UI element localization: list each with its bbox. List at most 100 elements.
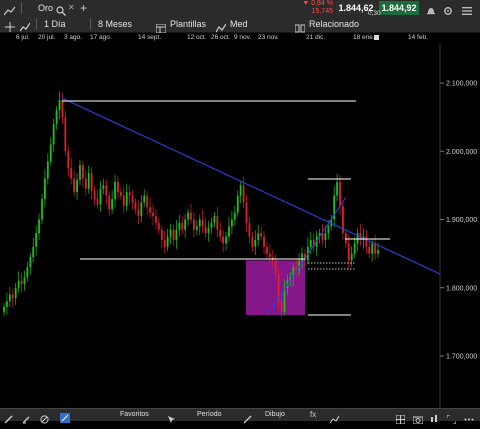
candle-body	[46, 161, 49, 179]
candle-body	[29, 257, 32, 268]
title-bar: Oro ✕ + ▼ 0,84 % 15,745 1.844,62 1.844,9…	[0, 0, 480, 17]
candle-body	[248, 222, 251, 237]
date-label: 6 jul.	[16, 34, 30, 41]
candle-body	[178, 222, 181, 230]
candle-body	[195, 226, 198, 230]
zoom-icon[interactable]	[60, 410, 70, 423]
fx-icon[interactable]: fx	[310, 410, 321, 420]
candle-body	[207, 227, 210, 234]
period-button[interactable]: Período	[197, 409, 222, 421]
candle-body	[274, 260, 277, 275]
candle-body	[324, 233, 327, 240]
candle-body	[119, 192, 122, 196]
candle-body	[198, 219, 201, 227]
date-label: 12 oct.	[187, 34, 207, 41]
crosshair-icon[interactable]	[5, 19, 15, 32]
date-label: 3 ago.	[64, 34, 83, 41]
ask-price[interactable]: 1.844,92	[379, 1, 419, 15]
candle-body	[64, 117, 67, 152]
cursor-icon[interactable]	[167, 411, 176, 423]
related-icon[interactable]	[294, 20, 306, 33]
templates-button[interactable]: Plantillas	[170, 16, 206, 32]
candle-body	[102, 185, 105, 189]
scroll-marker[interactable]	[374, 35, 379, 40]
chart-line-icon[interactable]	[3, 3, 16, 16]
price-chart[interactable]: 2.100,000 2.000,000 1.900,000 1.800,000 1.70…	[0, 43, 480, 408]
indicator-icon[interactable]	[215, 20, 227, 33]
candle-body	[263, 236, 265, 247]
candle-body	[117, 181, 119, 193]
candle-body	[371, 243, 374, 254]
interval-select[interactable]: 1 Día	[44, 16, 66, 32]
chart-type-icon[interactable]	[19, 19, 31, 32]
expand-icon[interactable]	[446, 411, 457, 425]
grid-icon[interactable]	[395, 411, 406, 425]
scale-icon[interactable]	[329, 411, 340, 424]
date-label: 17 ago.	[90, 34, 112, 41]
candle-body	[134, 202, 137, 210]
price-label: 1.900,000	[446, 217, 477, 224]
candle-body	[35, 233, 38, 247]
candle-body	[368, 246, 371, 254]
candle-body	[225, 236, 227, 244]
add-tab-icon[interactable]: +	[80, 0, 87, 16]
candle-body	[160, 229, 163, 240]
candle-body	[219, 229, 222, 237]
candle-body	[143, 195, 146, 203]
candles-icon[interactable]	[430, 411, 440, 422]
candle-body	[204, 226, 207, 234]
candle-body	[350, 253, 353, 261]
rising-line	[267, 196, 347, 315]
date-axis: 6 jul. 20 jul. 3 ago. 17 ago. 14 sept. 12 oct…	[0, 33, 480, 43]
indicator-button[interactable]: Med	[230, 16, 248, 32]
date-label: 23 nov.	[258, 34, 279, 41]
candle-body	[210, 222, 213, 228]
candle-body	[353, 243, 356, 254]
candle-body	[187, 212, 189, 220]
search-icon[interactable]	[56, 3, 66, 16]
instrument-name[interactable]: Oro	[38, 0, 53, 16]
drawing-button[interactable]: Dibujo	[265, 409, 285, 421]
candle-body	[336, 181, 338, 196]
candle-body	[52, 123, 55, 145]
candle-body	[140, 202, 143, 217]
related-button[interactable]: Relacionado	[309, 16, 359, 32]
candle-body	[268, 253, 271, 258]
date-label: 20 jul.	[38, 34, 56, 41]
candle-body	[283, 287, 286, 312]
candle-body	[245, 202, 248, 223]
candle-body	[3, 306, 5, 313]
chart-area[interactable]: 2.100,000 2.000,000 1.900,000 1.800,000 1.70…	[0, 43, 480, 408]
date-label: 21 dic.	[306, 34, 326, 41]
candle-body	[26, 267, 29, 278]
camera-icon[interactable]	[412, 411, 424, 425]
pen-icon[interactable]	[243, 411, 252, 424]
candle-body	[155, 216, 157, 223]
candle-body	[108, 195, 111, 210]
candle-body	[149, 207, 151, 213]
alert-bell-icon[interactable]	[426, 3, 436, 15]
candle-body	[280, 301, 283, 312]
range-select[interactable]: 8 Meses	[98, 16, 132, 32]
date-label: 26 oct.	[211, 34, 231, 41]
candle-body	[201, 219, 204, 227]
candle-body	[14, 287, 17, 298]
candle-body	[344, 233, 347, 244]
candle-body	[181, 222, 184, 230]
candle-body	[172, 229, 175, 240]
candle-body	[242, 185, 245, 203]
favorites-button[interactable]: Favoritos	[120, 409, 149, 421]
templates-icon[interactable]	[155, 20, 167, 34]
price-label: 1.700,000	[446, 354, 477, 361]
candle-body	[6, 301, 8, 307]
settings-icon[interactable]	[443, 3, 453, 15]
pencil-icon[interactable]	[4, 411, 13, 424]
candle-body	[266, 246, 268, 254]
candle-body	[233, 212, 236, 220]
candle-body	[23, 277, 26, 285]
menu-icon[interactable]	[462, 3, 472, 15]
no-entry-icon[interactable]	[40, 411, 49, 424]
more-icon[interactable]	[464, 411, 474, 421]
close-tab-icon[interactable]: ✕	[68, 0, 75, 16]
edit-icon[interactable]	[22, 411, 31, 424]
